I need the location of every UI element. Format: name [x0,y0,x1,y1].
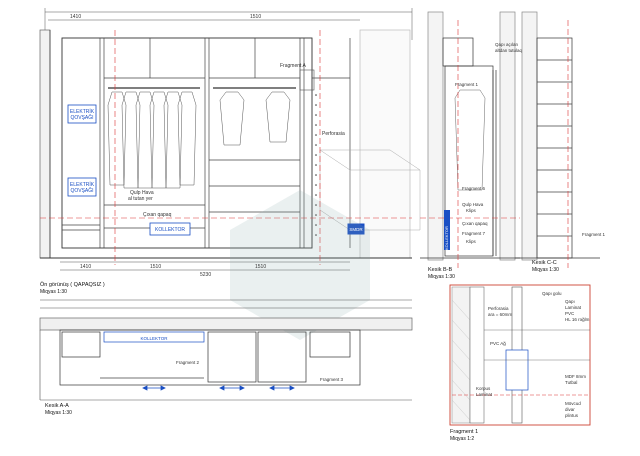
fd-scale: Miqyas 1:2 [450,436,474,442]
sb-klips: Klips [466,208,477,213]
sb-cixan: Çıxan qapaq [462,221,488,226]
sb-fragment-7: Fragment 7 [462,231,486,236]
front-dim-total: 5230 [200,272,211,278]
fd-pvc-ag: PVC Ağ [490,341,506,346]
front-dim-top-mid: 1510 [250,14,261,20]
front-elektrik-2a: ELEKTRİK [70,181,95,188]
front-elektrik-1a: ELEKTRİK [70,108,95,115]
fd-perforasia: Perforasia [488,306,509,311]
drawing-sheet: ELEKTRİK QOVŞAĞI ELEKTRİK QOVŞAĞI KOLLEK… [0,0,640,451]
sa-scale: Miqyas 1:30 [45,410,72,416]
fd-tutbal: Tutbal [565,380,577,385]
fd-plintus: plintus [565,413,579,418]
sb-klips-2: Klips [466,239,477,244]
fd-hl: HL 16 rəğlm [565,317,590,322]
sa-title: Kesik A-A [45,403,69,409]
fd-movcud: Mövcud [565,401,581,406]
sb-scale: Miqyas 1:30 [428,274,455,280]
front-title: Ön görünüş ( QAPAQSIZ ) [40,281,105,288]
sb-kollektor: KOLLEKTOR [444,226,449,250]
fd-qapi: Qapı [565,299,575,304]
fd-laminat: Laminat [476,392,493,397]
fd-korpus: Korpus [476,386,491,391]
front-scale: Miqyas 1:30 [40,289,67,295]
fd-title: Fragment 1 [450,429,478,435]
front-smdr: SMDR [349,227,363,232]
sb-title: Kesik B-B [428,267,452,273]
fd-divar: divar [565,407,575,412]
front-dim-b1: 1410 [80,264,91,270]
front-cixan: Çıxan qapaq [143,212,172,218]
fd-qapi-gol: Qapı golu [542,291,562,296]
front-elektrik-2b: QOVŞAĞI [70,187,93,194]
front-dim-b2: 1510 [150,264,161,270]
sc-title: Kesik C-C [532,260,557,266]
fd-pvc: PVC [565,311,575,316]
front-qulp-2: al tutan yer [128,196,153,202]
sb-fragment-1: Fragment 1 [455,82,479,87]
sb-qulp: Qulp Hava [462,202,484,207]
sb-qapi: Qapı açılan [495,42,519,47]
front-dim-b3: 1510 [255,264,266,270]
sc-fragment-1: Fragment 1 [582,232,606,237]
front-kollektor: KOLLEKTOR [155,227,185,233]
fd-qapi-laminat: Laminat [565,305,582,310]
fd-perforasia-2: ara = 60mm [488,312,512,317]
sc-scale: Miqyas 1:30 [532,267,559,273]
front-elektrik-1b: QOVŞAĞI [70,114,93,121]
drawing-canvas: ELEKTRİK QOVŞAĞI ELEKTRİK QOVŞAĞI KOLLEK… [0,0,640,451]
sa-fragment-3: Fragment 3 [320,377,344,382]
front-fragment-a: Fragment A [280,63,307,69]
sa-fragment-2: Fragment 2 [176,360,200,365]
sb-qapi-2: altdan tutulaq [495,48,523,53]
front-dim-top-left: 1410 [70,14,81,20]
fd-mdf: MDF 8mm [565,374,586,379]
sb-fragment-6: Fragment 6 [462,186,486,191]
sa-kollektor: KOLLEKTOR [141,336,169,341]
front-perforasia: Perforasia [322,131,345,137]
